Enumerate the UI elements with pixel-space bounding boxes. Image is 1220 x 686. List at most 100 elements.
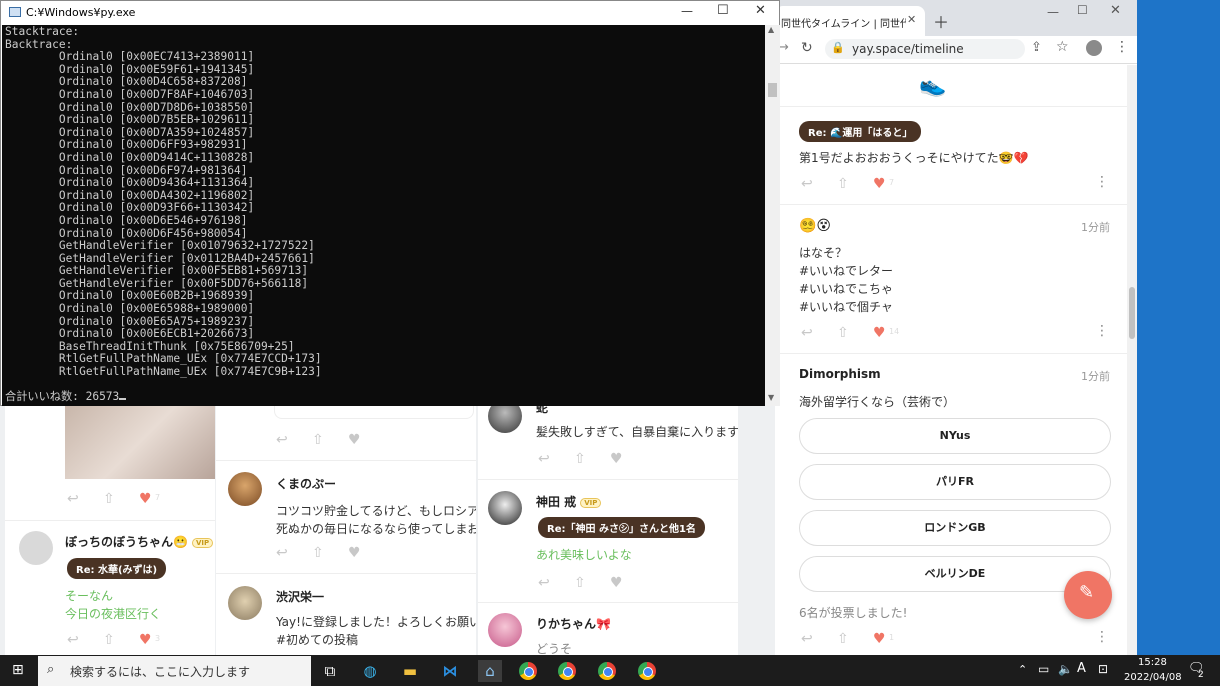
- console-app-icon: [9, 7, 21, 17]
- more-icon[interactable]: ⋮: [1095, 323, 1109, 339]
- repost-icon[interactable]: ⇧: [837, 631, 849, 647]
- reply-icon[interactable]: ↩: [801, 176, 813, 192]
- reply-chip[interactable]: Re:「神田 みさ㋛」さんと他1名: [538, 517, 705, 538]
- more-icon[interactable]: ⋮: [1095, 174, 1109, 190]
- repost-icon[interactable]: ⇧: [837, 176, 849, 192]
- chrome-icon[interactable]: [638, 662, 656, 680]
- windows-start-icon[interactable]: ⊞: [12, 662, 24, 678]
- vscode-icon[interactable]: ⋈: [438, 660, 462, 682]
- avatar[interactable]: [488, 613, 522, 647]
- lock-icon: 🔒: [831, 41, 845, 54]
- url-bar[interactable]: 🔒 yay.space/timeline: [825, 39, 1025, 59]
- reply-chip[interactable]: Re: 水華(みずは): [67, 558, 167, 579]
- poll-option[interactable]: NYus: [799, 418, 1111, 454]
- star-icon[interactable]: ☆: [1056, 39, 1069, 55]
- avatar[interactable]: [19, 531, 53, 565]
- volume-icon[interactable]: 🔈: [1058, 662, 1073, 676]
- network-icon[interactable]: ▭: [1038, 662, 1049, 676]
- reply-icon[interactable]: ↩: [276, 432, 288, 448]
- timeline-column-2: ↩ ⇧ ♥ くまのぷー コツコツ貯金してるけど、もしロシアがミサイ 死ぬかの毎日…: [216, 405, 476, 655]
- console-line: Ordinal0 [0x00D94364+1131364]: [5, 176, 255, 190]
- repost-icon[interactable]: ⇧: [574, 451, 586, 467]
- heart-icon[interactable]: ♥: [139, 632, 152, 648]
- ime-icon[interactable]: ⊡: [1098, 662, 1108, 676]
- yay-logo-icon[interactable]: 👟: [919, 73, 946, 98]
- post-author[interactable]: りかちゃん🎀: [536, 615, 611, 632]
- console-line: Ordinal0 [0x00EC7413+2389011]: [5, 50, 255, 64]
- post-author[interactable]: くまのぷー: [276, 475, 336, 492]
- reply-icon[interactable]: ↩: [67, 632, 79, 648]
- reply-icon[interactable]: ↩: [538, 451, 550, 467]
- scrollbar[interactable]: [1127, 65, 1137, 656]
- reply-icon[interactable]: ↩: [801, 325, 813, 341]
- chrome-icon[interactable]: [519, 662, 537, 680]
- post-author[interactable]: 神田 戒 VIP: [536, 493, 602, 510]
- post-actions: ↩ ⇧ ♥ 1: [801, 631, 895, 647]
- console-output[interactable]: Stacktrace: Backtrace: Ordinal0 [0x00EC74…: [2, 25, 765, 406]
- chevron-up-icon[interactable]: ⌃: [1018, 663, 1027, 676]
- folder-icon[interactable]: ▬: [398, 660, 422, 682]
- task-view-icon[interactable]: ⧉: [318, 660, 342, 682]
- avatar[interactable]: [228, 472, 262, 506]
- post-author[interactable]: Dimorphism: [799, 367, 881, 381]
- console-titlebar[interactable]: C:¥Windows¥py.exe — ☐ ✕: [1, 1, 779, 25]
- repost-icon[interactable]: ⇧: [103, 632, 115, 648]
- reply-icon[interactable]: ↩: [276, 545, 288, 561]
- timeline-column-3: 蛇 髪失敗しすぎて、自暴自棄に入ります ↩ ⇧ ♥ 神田 戒 VIP Re:「神田…: [478, 405, 738, 655]
- browser-tab[interactable]: 同世代タイムライン | 同世代でつ ✕: [775, 6, 925, 36]
- heart-icon[interactable]: ♥: [348, 432, 361, 448]
- heart-icon[interactable]: ♥: [873, 176, 886, 192]
- repost-icon[interactable]: ⇧: [312, 432, 324, 448]
- post-author[interactable]: 渋沢栄一: [276, 588, 324, 605]
- repost-icon[interactable]: ⇧: [574, 575, 586, 591]
- menu-dots-icon[interactable]: ⋮: [1115, 39, 1129, 55]
- site-header: 👟: [775, 65, 1127, 107]
- profile-icon[interactable]: [1086, 40, 1102, 56]
- close-tab-icon[interactable]: ✕: [907, 13, 916, 26]
- compose-button[interactable]: ✎: [1064, 571, 1112, 619]
- reply-icon[interactable]: ↩: [801, 631, 813, 647]
- reload-icon[interactable]: ↻: [801, 40, 813, 56]
- console-line: Ordinal0 [0x00D7B5EB+1029611]: [5, 113, 255, 127]
- poll-option[interactable]: ロンドンGB: [799, 510, 1111, 546]
- post-author[interactable]: 😵‍💫😵: [799, 218, 831, 234]
- reply-icon[interactable]: ↩: [67, 491, 79, 507]
- heart-icon[interactable]: ♥: [873, 631, 886, 647]
- share-icon[interactable]: ⇪: [1031, 40, 1042, 55]
- taskbar-search[interactable]: ⌕ 検索するには、ここに入力します: [38, 656, 311, 686]
- edge-icon[interactable]: ◍: [358, 660, 382, 682]
- post-actions: ↩ ⇧ ♥ 7: [801, 176, 895, 192]
- post-image: [65, 405, 215, 479]
- heart-icon[interactable]: ♥: [610, 451, 623, 467]
- maximize-icon[interactable]: ☐: [717, 3, 729, 18]
- repost-icon[interactable]: ⇧: [103, 491, 115, 507]
- reply-chip[interactable]: Re: 🌊運用「はると」: [799, 121, 922, 142]
- chrome-icon[interactable]: [598, 662, 616, 680]
- avatar[interactable]: [488, 491, 522, 525]
- heart-icon[interactable]: ♥: [348, 545, 361, 561]
- timeline-column-1: ↩ ⇧ ♥ 7 ぼっちのぼうちゃん😬 VIP Re: 水華(みずは) そーなん 今…: [5, 405, 215, 655]
- console-line: Stacktrace:: [5, 25, 80, 38]
- more-icon[interactable]: ⋮: [1095, 629, 1109, 645]
- heart-icon[interactable]: ♥: [873, 325, 886, 341]
- avatar[interactable]: [488, 405, 522, 433]
- new-tab-icon[interactable]: ＋: [933, 9, 949, 33]
- python-icon[interactable]: ⌂: [478, 660, 502, 682]
- repost-icon[interactable]: ⇧: [837, 325, 849, 341]
- heart-icon[interactable]: ♥: [610, 575, 623, 591]
- poll-option[interactable]: パリFR: [799, 464, 1111, 500]
- maximize-icon[interactable]: ☐: [1077, 3, 1088, 17]
- close-window-icon[interactable]: ✕: [755, 3, 766, 18]
- post-author[interactable]: 蛇: [536, 405, 548, 416]
- post-author[interactable]: ぼっちのぼうちゃん😬 VIP: [65, 533, 214, 550]
- reply-icon[interactable]: ↩: [538, 575, 550, 591]
- close-window-icon[interactable]: ✕: [1110, 3, 1121, 18]
- avatar[interactable]: [228, 586, 262, 620]
- console-scrollbar[interactable]: ▲ ▼: [765, 25, 780, 406]
- minimize-icon[interactable]: —: [681, 4, 693, 18]
- console-line: Ordinal0 [0x00E6ECB1+2026673]: [5, 327, 255, 341]
- repost-icon[interactable]: ⇧: [312, 545, 324, 561]
- chrome-icon[interactable]: [558, 662, 576, 680]
- minimize-icon[interactable]: —: [1047, 5, 1059, 19]
- heart-icon[interactable]: ♥: [139, 491, 152, 507]
